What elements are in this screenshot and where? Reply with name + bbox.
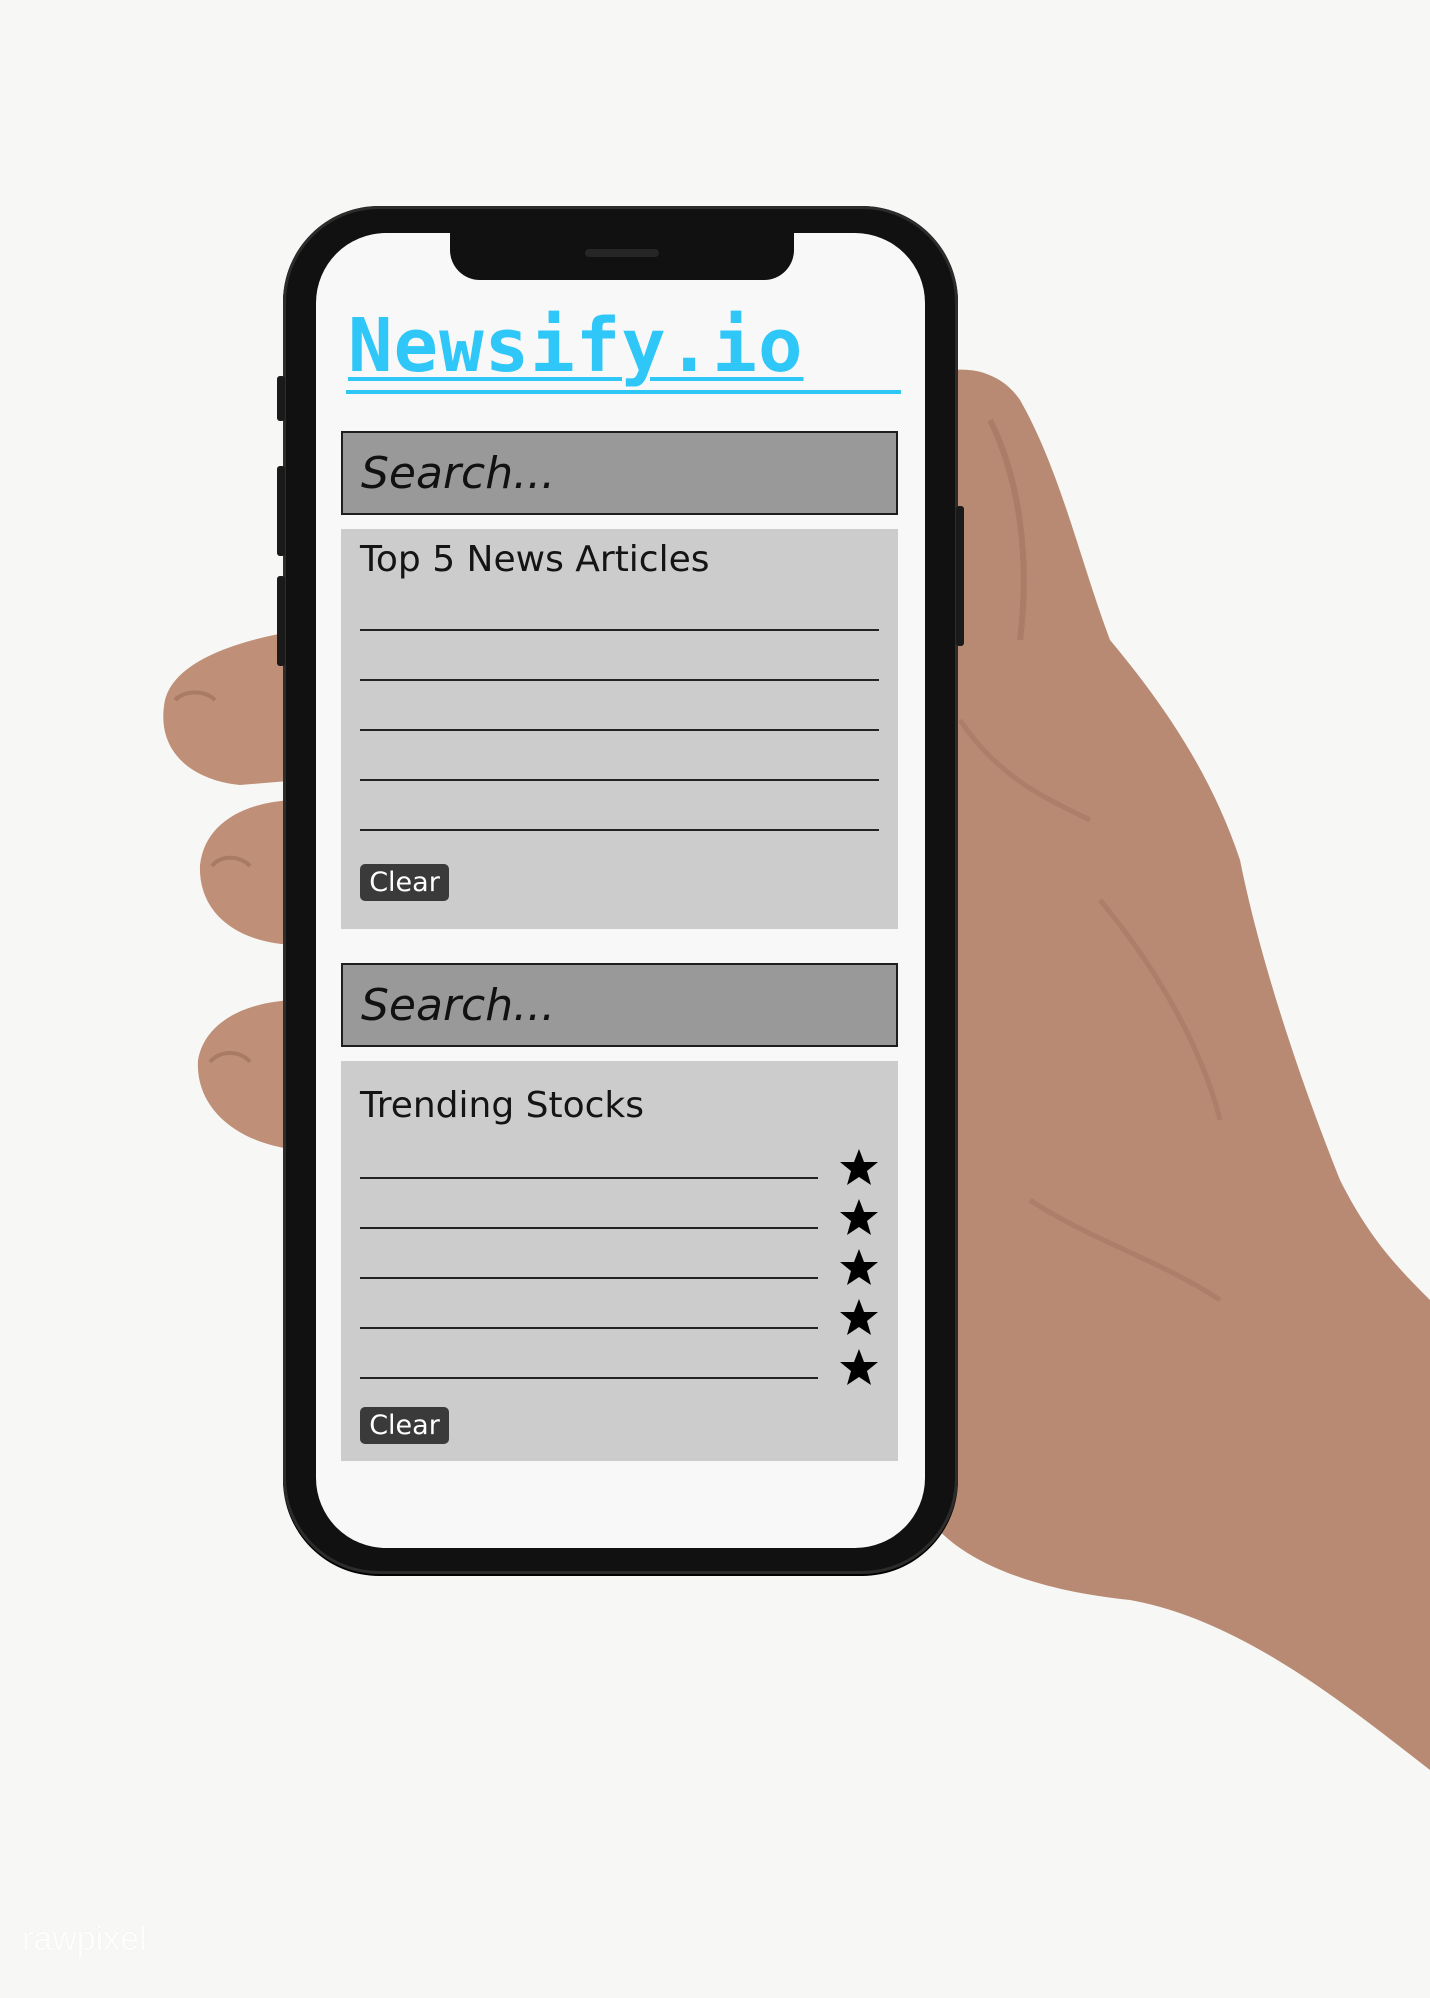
watermark: rawpixel <box>22 1920 147 1958</box>
power-button <box>956 506 964 646</box>
star-icon[interactable] <box>838 1247 880 1289</box>
notch <box>450 233 794 280</box>
star-icon[interactable] <box>838 1347 880 1389</box>
article-line[interactable] <box>360 829 879 831</box>
stocks-search-box[interactable] <box>341 963 898 1047</box>
stocks-clear-button[interactable]: Clear <box>360 1407 449 1444</box>
stocks-panel-title: Trending Stocks <box>360 1085 645 1126</box>
brand-logo[interactable]: Newsify.io <box>348 309 804 383</box>
speaker-grille <box>585 249 659 257</box>
star-icon[interactable] <box>838 1297 880 1339</box>
news-panel: Top 5 News Articles Clear <box>341 529 898 929</box>
stock-line[interactable] <box>360 1227 818 1229</box>
star-icon[interactable] <box>838 1197 880 1239</box>
news-search-box[interactable] <box>341 431 898 515</box>
volume-down-button <box>277 576 285 666</box>
news-clear-button[interactable]: Clear <box>360 864 449 901</box>
article-line[interactable] <box>360 779 879 781</box>
news-panel-title: Top 5 News Articles <box>360 539 710 580</box>
news-search-input[interactable] <box>361 443 881 503</box>
silent-switch <box>277 376 285 421</box>
stock-line[interactable] <box>360 1377 818 1379</box>
article-line[interactable] <box>360 629 879 631</box>
article-line[interactable] <box>360 679 879 681</box>
stock-line[interactable] <box>360 1327 818 1329</box>
phone-frame: Newsify.io Top 5 News Articles Clear Tre… <box>277 206 964 1574</box>
stock-line[interactable] <box>360 1177 818 1179</box>
phone-screen: Newsify.io Top 5 News Articles Clear Tre… <box>316 233 925 1548</box>
article-line[interactable] <box>360 729 879 731</box>
star-icon[interactable] <box>838 1147 880 1189</box>
stock-line[interactable] <box>360 1277 818 1279</box>
app-header: Newsify.io <box>346 309 901 394</box>
volume-up-button <box>277 466 285 556</box>
stocks-search-input[interactable] <box>361 975 881 1035</box>
stocks-panel: Trending Stocks Clear <box>341 1061 898 1461</box>
